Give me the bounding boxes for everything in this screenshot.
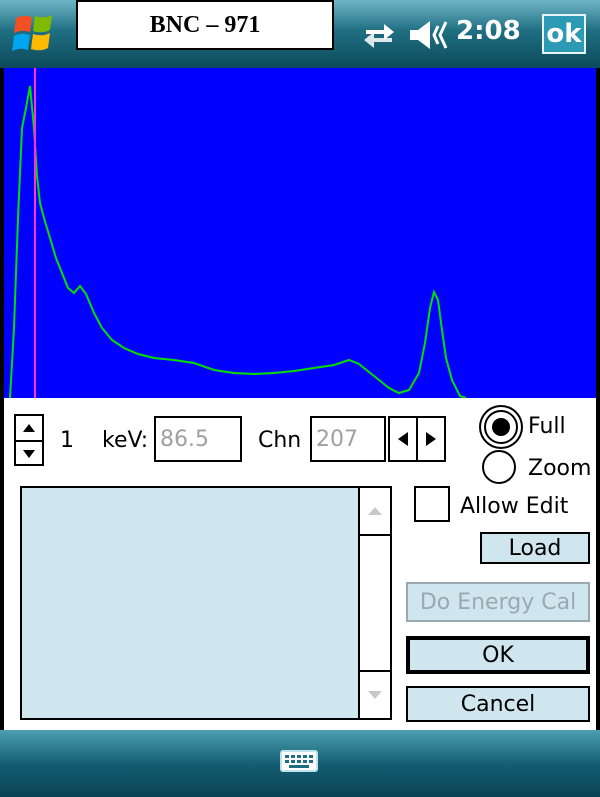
spectrum-svg	[9, 68, 467, 399]
results-list[interactable]	[20, 486, 392, 720]
scroll-up-icon[interactable]	[360, 488, 390, 536]
scroll-down-icon[interactable]	[360, 670, 390, 718]
title-bar: BNC – 971 2:08 ok	[0, 0, 600, 68]
spectrum-plot[interactable]	[4, 68, 596, 399]
sync-icon[interactable]	[362, 20, 396, 50]
cancel-button[interactable]: Cancel	[406, 686, 590, 722]
radio-zoom-label[interactable]: Zoom	[528, 456, 591, 481]
chn-left-button[interactable]	[388, 416, 418, 462]
radio-full-label[interactable]: Full	[528, 414, 566, 439]
spin-down-arrow-icon[interactable]	[16, 442, 42, 466]
chn-label: Chn	[258, 428, 302, 453]
clock[interactable]: 2:08	[456, 16, 521, 46]
windows-flag-icon[interactable]	[4, 4, 66, 64]
window-title: BNC – 971	[76, 0, 334, 50]
ok-button[interactable]: OK	[406, 636, 590, 674]
arrow-right-icon	[426, 432, 436, 446]
radio-full-dot	[492, 418, 510, 436]
chn-field[interactable]: 207	[310, 416, 386, 462]
list-scrollbar[interactable]	[358, 488, 390, 718]
allow-edit-checkbox[interactable]	[414, 486, 450, 522]
radio-zoom[interactable]	[482, 450, 516, 484]
chn-right-button[interactable]	[416, 416, 446, 462]
title-ok-button[interactable]: ok	[542, 14, 586, 54]
arrow-left-icon	[398, 432, 408, 446]
load-button[interactable]: Load	[480, 532, 590, 564]
energy-cal-button[interactable]: Do Energy Cal	[406, 582, 590, 622]
kev-field[interactable]: 86.5	[154, 416, 242, 462]
spin-up-arrow-icon[interactable]	[16, 416, 42, 442]
index-value: 1	[60, 428, 74, 453]
speaker-icon[interactable]	[406, 18, 452, 52]
kev-label: keV:	[102, 428, 149, 453]
index-spinner[interactable]	[14, 414, 44, 466]
spectrum-trace	[9, 85, 467, 399]
radio-full[interactable]	[484, 410, 518, 444]
keyboard-icon[interactable]	[280, 750, 318, 772]
allow-edit-label[interactable]: Allow Edit	[460, 494, 568, 519]
